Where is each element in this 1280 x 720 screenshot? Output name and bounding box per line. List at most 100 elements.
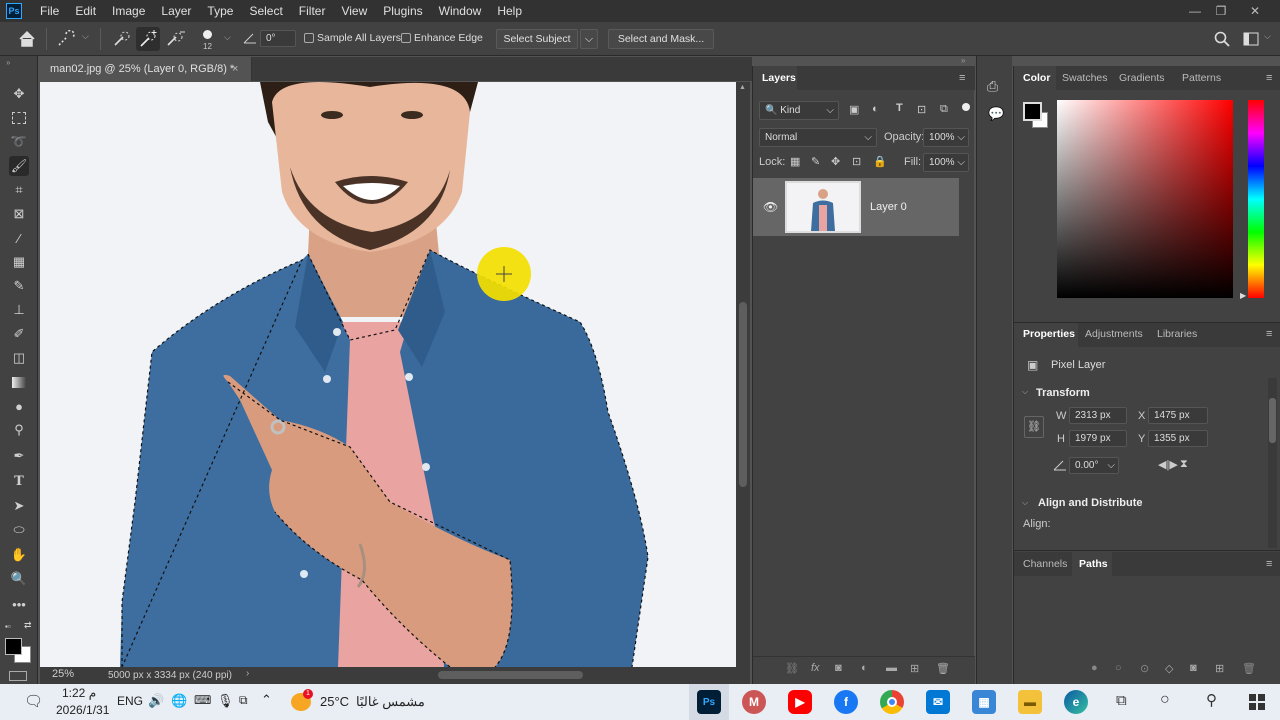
more-tools-icon[interactable]: ••• [9,594,29,614]
color-tab[interactable]: Color [1023,72,1050,84]
brush-tool-icon[interactable]: ✎ [9,276,29,296]
align-section-title[interactable]: Align and Distribute [1038,497,1143,509]
store-taskbar-icon[interactable]: ▦ [972,690,996,714]
width-field[interactable]: 2313 px [1069,407,1127,424]
stroke-path-icon[interactable]: ○ [1115,662,1122,674]
pixel-filter-icon[interactable]: ▣ [849,103,859,116]
media-app-taskbar-icon[interactable]: M [742,690,766,714]
display-icon[interactable]: ⧉ [239,693,248,708]
swap-colors-icon[interactable]: ⇄ [24,620,32,631]
load-path-selection-icon[interactable]: ⊙ [1140,662,1149,675]
flip-horizontal-icon[interactable]: ◀|▶ [1158,458,1178,471]
quick-selection-brush-icon[interactable] [56,30,76,48]
hue-slider-handle-icon[interactable]: ▶ [1240,291,1246,300]
link-layers-icon[interactable]: ⛓ [785,662,799,675]
flip-vertical-icon[interactable]: ⧗ [1180,458,1188,471]
network-icon[interactable]: 🌐 [171,693,187,709]
dodge-tool-icon[interactable]: ⚲ [9,420,29,440]
quick-mask-icon[interactable] [9,671,27,681]
patterns-tab[interactable]: Patterns [1182,72,1221,84]
y-field[interactable]: 1355 px [1148,430,1208,447]
document-tab[interactable]: man02.jpg @ 25% (Layer 0, RGB/8) * × [40,57,252,81]
gradient-tool-icon[interactable] [9,372,29,392]
chrome-taskbar-icon[interactable] [880,690,904,714]
type-tool-icon[interactable]: T [9,471,29,491]
workspace-dropdown-icon[interactable]: ⌵ [1264,31,1271,42]
default-colors-icon[interactable]: ▪▫ [5,622,11,631]
youtube-taskbar-icon[interactable]: ▶ [788,690,812,714]
crop-tool-icon[interactable]: ⌗ [9,180,29,200]
history-icon[interactable]: ⎙ [987,78,998,95]
hand-tool-icon[interactable]: ✋ [9,545,29,565]
properties-menu-icon[interactable]: ≡ [1266,328,1272,340]
select-subject-button[interactable]: Select Subject [496,29,578,49]
layer-row[interactable]: 👁 Layer 0 [753,178,959,236]
layer-effects-icon[interactable]: fx [811,662,820,674]
blend-mode-dropdown[interactable]: Normal ⌵ [759,128,877,147]
menu-plugins[interactable]: Plugins [375,0,430,22]
properties-scrollbar[interactable] [1268,378,1277,548]
layers-menu-icon[interactable]: ≡ [959,72,965,84]
collapse-panel-icon[interactable]: » [961,56,965,65]
menu-edit[interactable]: Edit [67,0,104,22]
transform-collapse-icon[interactable]: ⌵ [1022,387,1028,397]
filter-toggle-icon[interactable] [962,103,970,111]
canvas[interactable] [40,82,736,667]
eraser-tool-icon[interactable]: ◫ [9,348,29,368]
preset-dropdown-icon[interactable]: ⌵ [82,31,89,42]
properties-scroll-thumb[interactable] [1269,398,1276,443]
show-hidden-icons-icon[interactable]: ⌃ [261,692,272,708]
clock-date[interactable]: 2026/1/31 [56,703,109,717]
menu-filter[interactable]: Filter [291,0,334,22]
status-expand-icon[interactable]: › [246,668,249,679]
close-window-button[interactable]: ✕ [1240,0,1270,22]
comments-icon[interactable]: 💬 [988,106,1004,122]
add-mask-path-icon[interactable]: ◙ [1190,662,1197,674]
type-filter-icon[interactable]: T [896,102,903,114]
menu-help[interactable]: Help [489,0,530,22]
adjustment-filter-icon[interactable]: ◐ [872,103,879,115]
x-field[interactable]: 1475 px [1148,407,1208,424]
color-panel-menu-icon[interactable]: ≡ [1266,72,1272,84]
eyedropper-tool-icon[interactable]: ⁄ [9,228,29,248]
swatches-tab[interactable]: Swatches [1062,72,1108,84]
add-to-selection-button[interactable] [136,27,160,51]
marquee-tool-icon[interactable] [9,108,29,128]
facebook-taskbar-icon[interactable]: f [834,690,858,714]
menu-window[interactable]: Window [431,0,490,22]
add-mask-icon[interactable]: ◙ [835,662,842,674]
delete-path-icon[interactable]: 🗑 [1242,662,1256,675]
mail-taskbar-icon[interactable]: ✉ [926,690,950,714]
collapse-tools-icon[interactable]: » [6,58,10,67]
menu-layer[interactable]: Layer [153,0,199,22]
file-explorer-taskbar-icon[interactable]: ▬ [1018,690,1042,714]
keyboard-icon[interactable]: ⌨ [194,693,211,707]
fill-field[interactable]: 100% ⌵ [923,153,969,172]
visibility-eye-icon[interactable]: 👁 [763,200,778,214]
filter-kind-dropdown[interactable]: 🔍 Kind ⌵ [759,101,839,120]
libraries-tab[interactable]: Libraries [1157,328,1197,340]
horizontal-scroll-thumb[interactable] [438,671,583,679]
photo-canvas[interactable] [40,82,736,667]
fill-path-icon[interactable]: ● [1091,662,1098,674]
lock-transparent-icon[interactable]: ▦ [790,155,800,168]
brush-dropdown-icon[interactable]: ⌵ [224,32,231,43]
properties-tab[interactable]: Properties [1023,328,1075,340]
weather-description[interactable]: مشمس غالبًا [356,694,425,710]
search-icon[interactable] [1214,31,1230,47]
healing-brush-tool-icon[interactable]: ▦ [9,252,29,272]
quick-selection-tool-icon[interactable]: 🖌 [9,156,29,176]
rotation-field[interactable]: 0.00° ⌵ [1069,457,1119,474]
vertical-scroll-thumb[interactable] [739,302,747,487]
sample-all-layers-checkbox[interactable] [304,33,314,43]
menu-image[interactable]: Image [104,0,153,22]
layer-name[interactable]: Layer 0 [870,201,907,213]
link-dimensions-icon[interactable]: ⛓ [1024,416,1044,438]
volume-icon[interactable]: 🔊 [148,693,164,709]
enhance-edge-checkbox[interactable] [401,33,411,43]
frame-tool-icon[interactable]: ⊠ [9,204,29,224]
channels-tab[interactable]: Channels [1023,558,1067,570]
menu-type[interactable]: Type [199,0,241,22]
layers-tab[interactable]: Layers [762,72,796,84]
new-path-icon[interactable]: ⊞ [1215,662,1224,675]
